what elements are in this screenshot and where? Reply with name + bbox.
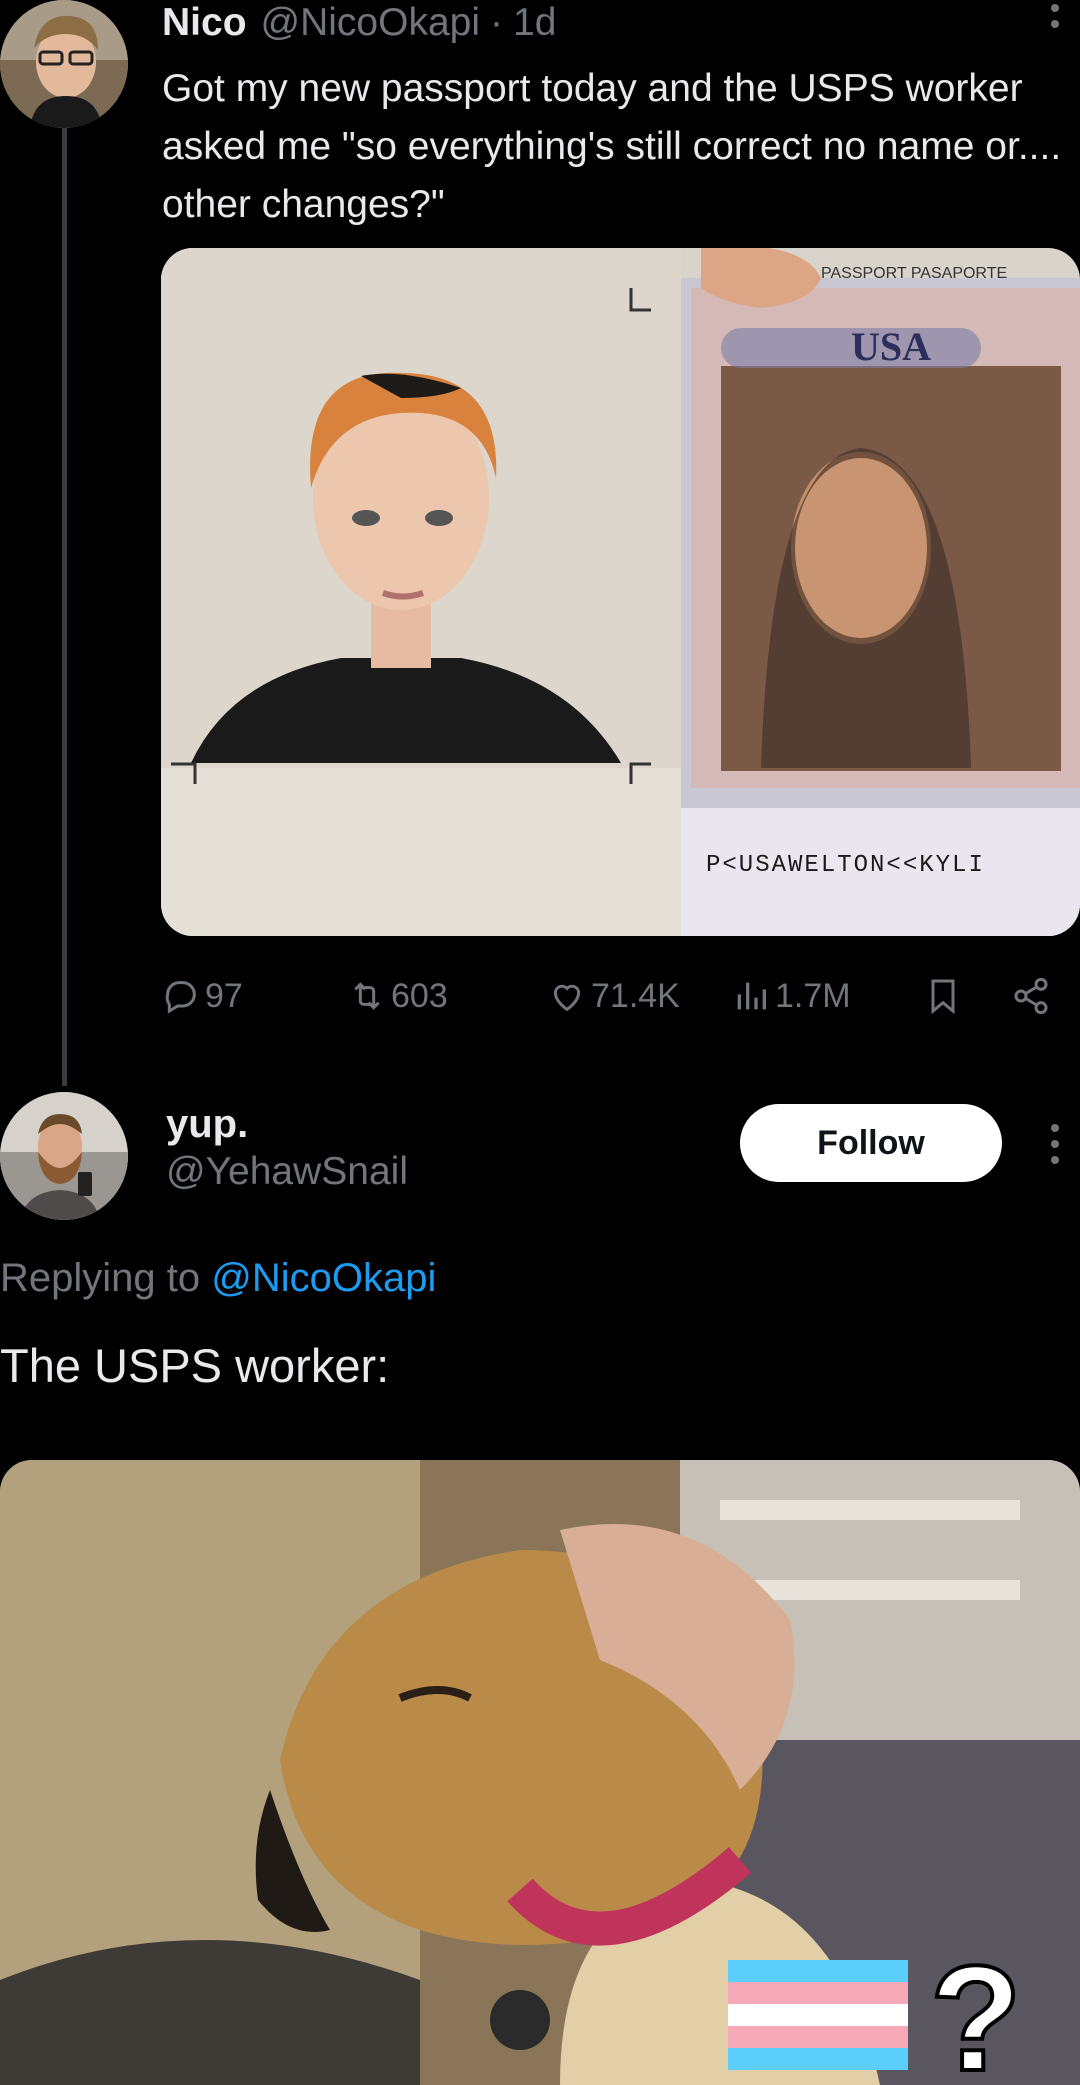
replying-prefix: Replying to <box>0 1256 201 1300</box>
reply-author-avatar[interactable] <box>0 1092 128 1220</box>
avatar-photo <box>0 0 128 128</box>
passport-mrz-text: P<USAWELTON<<KYLI <box>706 852 985 879</box>
header-separator: · <box>490 1 504 44</box>
views-icon <box>737 982 766 1010</box>
reply-author-name[interactable]: yup. <box>166 1102 248 1147</box>
passport-country-text: USA <box>851 324 931 369</box>
retweet-icon <box>354 982 380 1010</box>
author-name[interactable]: Nico <box>162 1 247 45</box>
reply-author-handle[interactable]: @YehawSnail <box>166 1150 408 1194</box>
tweet-time[interactable]: 1d <box>513 1 556 45</box>
reply-gif-media[interactable]: ? <box>0 1460 1080 2085</box>
share-icon <box>1014 977 1048 1015</box>
replying-to-link[interactable]: @NicoOkapi <box>211 1256 436 1300</box>
more-vertical-icon[interactable] <box>1050 1124 1060 1164</box>
reply-avatar-photo <box>0 1092 128 1220</box>
like-count: 71.4K <box>591 976 680 1015</box>
bookmark-action[interactable] <box>923 966 967 1026</box>
retweet-count: 603 <box>391 976 448 1015</box>
reply-icon <box>165 981 196 1014</box>
tweet-media-image[interactable]: PASSPORT PASAPORTE USA P<USAWELTON<<KYLI <box>161 248 1080 936</box>
author-avatar[interactable] <box>0 0 128 128</box>
reply-count: 97 <box>205 976 243 1015</box>
more-vertical-icon[interactable] <box>1050 4 1060 28</box>
tweet-text: Got my new passport today and the USPS w… <box>162 67 1062 226</box>
views-action[interactable]: 1.7M <box>731 966 851 1026</box>
passport-photo-illustration: PASSPORT PASAPORTE USA P<USAWELTON<<KYLI <box>161 248 1080 936</box>
like-action[interactable]: 71.4K <box>547 966 680 1026</box>
dog-gif-illustration: ? <box>0 1460 1080 2085</box>
thread-connector-line <box>62 128 67 1086</box>
follow-button[interactable]: Follow <box>740 1104 1002 1182</box>
reply-text: The USPS worker: <box>0 1339 390 1392</box>
tweet-header: Nico @NicoOkapi · 1d <box>162 0 556 46</box>
retweet-action[interactable]: 603 <box>347 966 448 1026</box>
passport-header-text: PASSPORT PASAPORTE <box>821 265 1007 282</box>
author-handle[interactable]: @NicoOkapi <box>261 1 481 45</box>
share-action[interactable] <box>1011 966 1055 1026</box>
reply-action[interactable]: 97 <box>161 966 243 1026</box>
gif-caption: ? <box>930 1934 1022 2085</box>
views-count: 1.7M <box>775 976 851 1015</box>
bookmark-icon <box>931 979 955 1015</box>
replying-to-line: Replying to @NicoOkapi <box>0 1256 436 1301</box>
heart-icon <box>553 984 581 1012</box>
tweet-action-bar: 97 603 71.4K 1.7M <box>161 966 1061 1026</box>
